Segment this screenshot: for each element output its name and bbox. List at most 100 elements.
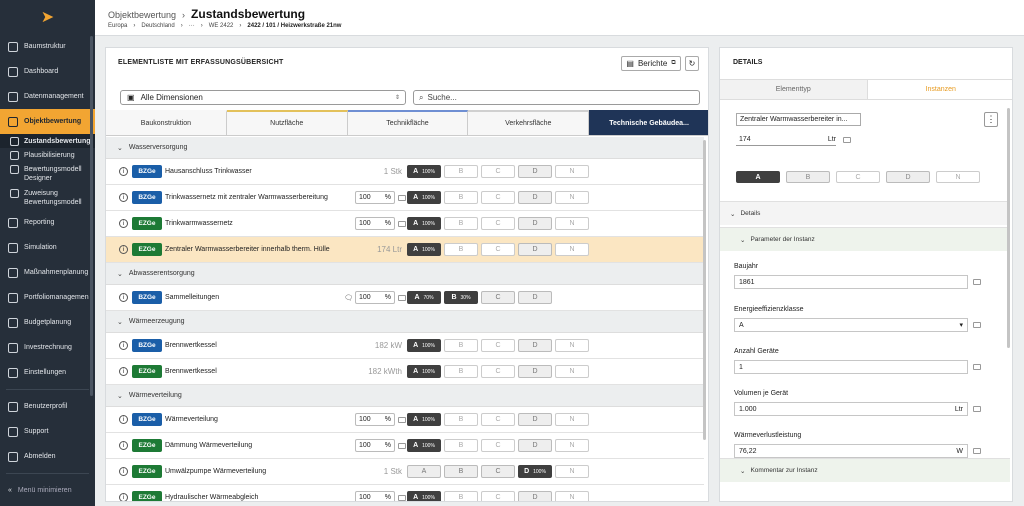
table-row[interactable]: i EZGe Hydraulischer Wärmeabgleich 100% A 100… xyxy=(106,485,704,501)
comment-icon[interactable] xyxy=(973,448,981,454)
crumb-parent[interactable]: Objektbewertung xyxy=(108,10,176,20)
grade-b-button[interactable]: B 30% xyxy=(444,291,478,304)
instance-params-section-header[interactable]: ⌄ Parameter der Instanz xyxy=(720,227,1010,251)
crumb-item[interactable]: WE 2422 xyxy=(209,23,234,29)
sidebar-item-objektbewertung[interactable]: Objektbewertung xyxy=(0,109,95,134)
sidebar-item-simulation[interactable]: Simulation xyxy=(0,235,95,260)
tab-technikflaeche[interactable]: Technikfläche xyxy=(347,110,469,135)
instance-comment-section-header[interactable]: ⌄ Kommentar zur Instanz xyxy=(720,458,1010,482)
percent-field[interactable]: 100% xyxy=(355,413,395,426)
grade-a-button[interactable]: A 100% xyxy=(407,439,441,452)
grade-d-button[interactable]: D xyxy=(518,439,552,452)
crumb-item[interactable]: ··· xyxy=(189,23,195,29)
info-icon[interactable]: i xyxy=(119,193,128,202)
grade-b-button[interactable]: B xyxy=(444,413,478,426)
grade-c-button[interactable]: C xyxy=(481,439,515,452)
group-header[interactable]: ⌄ Wärmeverteilung xyxy=(106,385,704,407)
comment-icon[interactable] xyxy=(398,494,406,501)
grade-b-button[interactable]: B xyxy=(444,439,478,452)
grade-d-button[interactable]: D xyxy=(518,339,552,352)
field-input-w-rmeverlustleistung[interactable]: 76,22 W xyxy=(734,444,968,458)
comment-icon[interactable] xyxy=(398,220,406,227)
minimize-menu-button[interactable]: «Menü minimieren xyxy=(0,478,95,503)
field-input-energieeffizienzklasse[interactable]: A ▾ xyxy=(734,318,968,332)
grade-a-button[interactable]: A 100% xyxy=(407,191,441,204)
grade-n-button[interactable]: N xyxy=(555,365,589,378)
sidebar-item-portfoliomanagemen[interactable]: Portfoliomanagemen xyxy=(0,285,95,310)
sidebar-item-abmelden[interactable]: Abmelden xyxy=(0,444,95,469)
comment-icon[interactable] xyxy=(973,322,981,328)
table-row[interactable]: i BZGe Trinkwassernetz mit zentraler Warmw… xyxy=(106,185,704,211)
detail-grade-b-button[interactable]: B xyxy=(786,171,830,183)
field-input-anzahl-ger-te[interactable]: 1 xyxy=(734,360,968,374)
sidebar-item-support[interactable]: Support xyxy=(0,419,95,444)
grade-n-button[interactable]: N xyxy=(555,165,589,178)
grade-a-button[interactable]: A 70% xyxy=(407,291,441,304)
table-row[interactable]: i BZGe Wärmeverteilung 100% A 100% B C D N xyxy=(106,407,704,433)
detail-grade-d-button[interactable]: D xyxy=(886,171,930,183)
comment-icon[interactable] xyxy=(843,137,851,143)
info-icon[interactable]: i xyxy=(119,245,128,254)
grade-n-button[interactable]: N xyxy=(555,243,589,256)
grade-b-button[interactable]: B xyxy=(444,465,478,478)
table-row[interactable]: i BZGe Brennwertkessel 182 kW A 100% B C D N xyxy=(106,333,704,359)
grade-d-button[interactable]: D xyxy=(518,217,552,230)
grade-d-button[interactable]: D xyxy=(518,243,552,256)
speech-bubble-icon[interactable]: 🗨 xyxy=(344,294,353,302)
grade-n-button[interactable]: N xyxy=(555,191,589,204)
sidebar-item-investrechnung[interactable]: Investrechnung xyxy=(0,335,95,360)
grade-b-button[interactable]: B xyxy=(444,191,478,204)
grade-n-button[interactable]: N xyxy=(555,339,589,352)
field-input-baujahr[interactable]: 1861 xyxy=(734,275,968,289)
tab-nutzflaeche[interactable]: Nutzfläche xyxy=(226,110,348,135)
grade-a-button[interactable]: A 100% xyxy=(407,365,441,378)
group-header[interactable]: ⌄ Wasserversorgung xyxy=(106,137,704,159)
comment-icon[interactable] xyxy=(973,279,981,285)
reports-button[interactable]: ▤ Berichte ⧉ xyxy=(621,56,681,71)
grade-c-button[interactable]: C xyxy=(481,491,515,501)
table-row[interactable]: i EZGe Umwälzpumpe Wärmeverteilung 1 Stk A B C… xyxy=(106,459,704,485)
grade-c-button[interactable]: C xyxy=(481,365,515,378)
tab-baukonstruktion[interactable]: Baukonstruktion xyxy=(106,110,227,135)
grade-a-button[interactable]: A 100% xyxy=(407,165,441,178)
percent-field[interactable]: 100% xyxy=(355,191,395,204)
sidebar-item-reporting[interactable]: Reporting xyxy=(0,210,95,235)
grade-a-button[interactable]: A 100% xyxy=(407,243,441,256)
grade-c-button[interactable]: C xyxy=(481,243,515,256)
details-scrollbar[interactable] xyxy=(1007,108,1010,348)
grade-b-button[interactable]: B xyxy=(444,243,478,256)
detail-grade-n-button[interactable]: N xyxy=(936,171,980,183)
table-row[interactable]: i BZGe Sammelleitungen 🗨 100% A 70% B 30% C D xyxy=(106,285,704,311)
comment-icon[interactable] xyxy=(398,194,406,201)
sidebar-subitem-0[interactable]: Zustandsbewertung xyxy=(0,134,95,148)
group-header[interactable]: ⌄ Wärmeerzeugung xyxy=(106,311,704,333)
tab-instanzen[interactable]: Instanzen xyxy=(866,80,1012,99)
crumb-item[interactable]: Deutschland xyxy=(141,23,174,29)
sidebar-subitem-1[interactable]: Plausibilisierung xyxy=(0,148,95,162)
grade-a-button[interactable]: A 100% xyxy=(407,339,441,352)
dimension-select[interactable]: ▣ Alle Dimensionen ⇕ xyxy=(120,90,406,105)
group-header[interactable]: ⌄ Abwasserentsorgung xyxy=(106,263,704,285)
info-icon[interactable]: i xyxy=(119,219,128,228)
info-icon[interactable]: i xyxy=(119,415,128,424)
grade-d-button[interactable]: D xyxy=(518,191,552,204)
table-row[interactable]: i EZGe Brennwertkessel 182 kWth A 100% B C D N xyxy=(106,359,704,385)
list-scrollbar[interactable] xyxy=(703,140,706,440)
grade-d-button[interactable]: D xyxy=(518,165,552,178)
grade-n-button[interactable]: N xyxy=(555,217,589,230)
grade-c-button[interactable]: C xyxy=(481,217,515,230)
tab-technische-gebaeudeausruestung[interactable]: Technische Gebäudea... xyxy=(589,110,708,135)
sidebar-subitem-3[interactable]: Zuweisung Bewertungsmodell xyxy=(0,186,95,210)
table-row[interactable]: i EZGe Trinkwarmwassernetz 100% A 100% B C D N xyxy=(106,211,704,237)
detail-grade-c-button[interactable]: C xyxy=(836,171,880,183)
info-icon[interactable]: i xyxy=(119,441,128,450)
grade-n-button[interactable]: N xyxy=(555,491,589,501)
detail-grade-a-button[interactable]: A xyxy=(736,171,780,183)
grade-c-button[interactable]: C xyxy=(481,413,515,426)
percent-field[interactable]: 100% xyxy=(355,439,395,452)
table-row[interactable]: i EZGe Dämmung Wärmeverteilung 100% A 100% B C D… xyxy=(106,433,704,459)
comment-icon[interactable] xyxy=(398,294,406,301)
tab-elementtyp[interactable]: Elementtyp xyxy=(720,80,867,99)
grade-d-button[interactable]: D xyxy=(518,491,552,501)
grade-n-button[interactable]: N xyxy=(555,465,589,478)
